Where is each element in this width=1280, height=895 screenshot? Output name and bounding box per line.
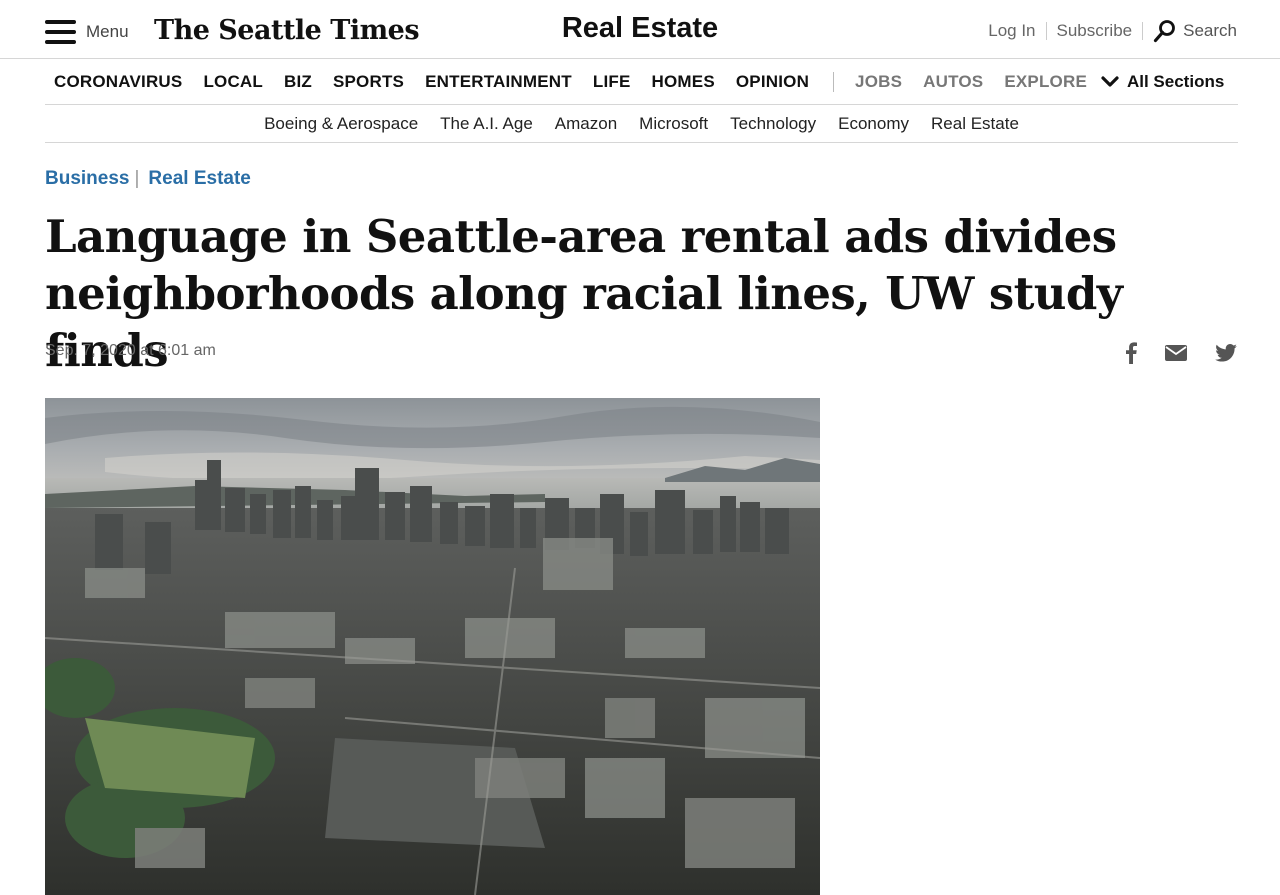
search-icon [1154,20,1176,43]
seattle-aerial-photo [45,398,820,895]
divider [1142,22,1144,40]
search-label: Search [1183,21,1237,40]
subnav-ai-age[interactable]: The A.I. Age [440,114,533,134]
nav-divider [833,72,835,92]
subnav-real-estate[interactable]: Real Estate [931,114,1019,134]
article-headline: Language in Seattle-area rental ads divi… [45,210,1123,377]
subnav-economy[interactable]: Economy [838,114,909,134]
nav-homes[interactable]: HOMES [652,72,715,92]
menu-label: Menu [86,22,129,41]
email-icon [1165,345,1187,361]
nav-opinion[interactable]: OPINION [736,72,809,92]
top-bar: Menu The Seattle Times Real Estate Log I… [0,0,1280,59]
nav-sports[interactable]: SPORTS [333,72,404,92]
nav-biz[interactable]: BIZ [284,72,312,92]
breadcrumb-separator: | [134,168,140,189]
twitter-share-button[interactable] [1215,344,1237,362]
subnav-amazon[interactable]: Amazon [555,114,617,134]
breadcrumb-real-estate[interactable]: Real Estate [148,168,250,190]
subnav-technology[interactable]: Technology [730,114,816,134]
nav-coronavirus[interactable]: CORONAVIRUS [54,72,182,92]
menu-button[interactable]: Menu [45,20,129,44]
share-bar [1097,342,1237,364]
site-logo[interactable]: The Seattle Times [154,15,420,46]
login-link[interactable]: Log In [988,21,1035,41]
sub-nav: Boeing & Aerospace The A.I. Age Amazon M… [45,105,1238,143]
email-share-button[interactable] [1165,345,1187,361]
nav-explore[interactable]: EXPLORE [1004,72,1087,92]
nav-life[interactable]: LIFE [593,72,631,92]
divider [1045,22,1047,40]
article-photo[interactable] [45,398,820,895]
all-sections-label: All Sections [1126,72,1225,91]
twitter-icon [1215,344,1237,362]
nav-entertainment[interactable]: ENTERTAINMENT [425,72,572,92]
nav-local[interactable]: LOCAL [203,72,263,92]
subscribe-link[interactable]: Subscribe [1057,21,1133,41]
facebook-share-button[interactable] [1125,342,1137,364]
subnav-boeing-aerospace[interactable]: Boeing & Aerospace [264,114,418,134]
chevron-down-icon [1101,76,1119,87]
main-nav: CORONAVIRUS LOCAL BIZ SPORTS ENTERTAINME… [45,60,1238,105]
nav-autos[interactable]: AUTOS [923,72,983,92]
breadcrumb: Business | Real Estate [45,168,251,190]
search-button[interactable]: Search [1153,19,1237,43]
subnav-microsoft[interactable]: Microsoft [639,114,708,134]
account-links: Log In Subscribe Search [988,19,1237,43]
nav-jobs[interactable]: JOBS [855,72,902,92]
facebook-icon [1126,342,1137,364]
all-sections-button[interactable]: All Sections [1101,72,1224,92]
breadcrumb-business[interactable]: Business [45,168,129,190]
article-dateline: Sep. 7, 2020 at 6:01 am [45,342,216,359]
hamburger-icon [45,20,76,44]
section-title[interactable]: Real Estate [562,12,718,44]
